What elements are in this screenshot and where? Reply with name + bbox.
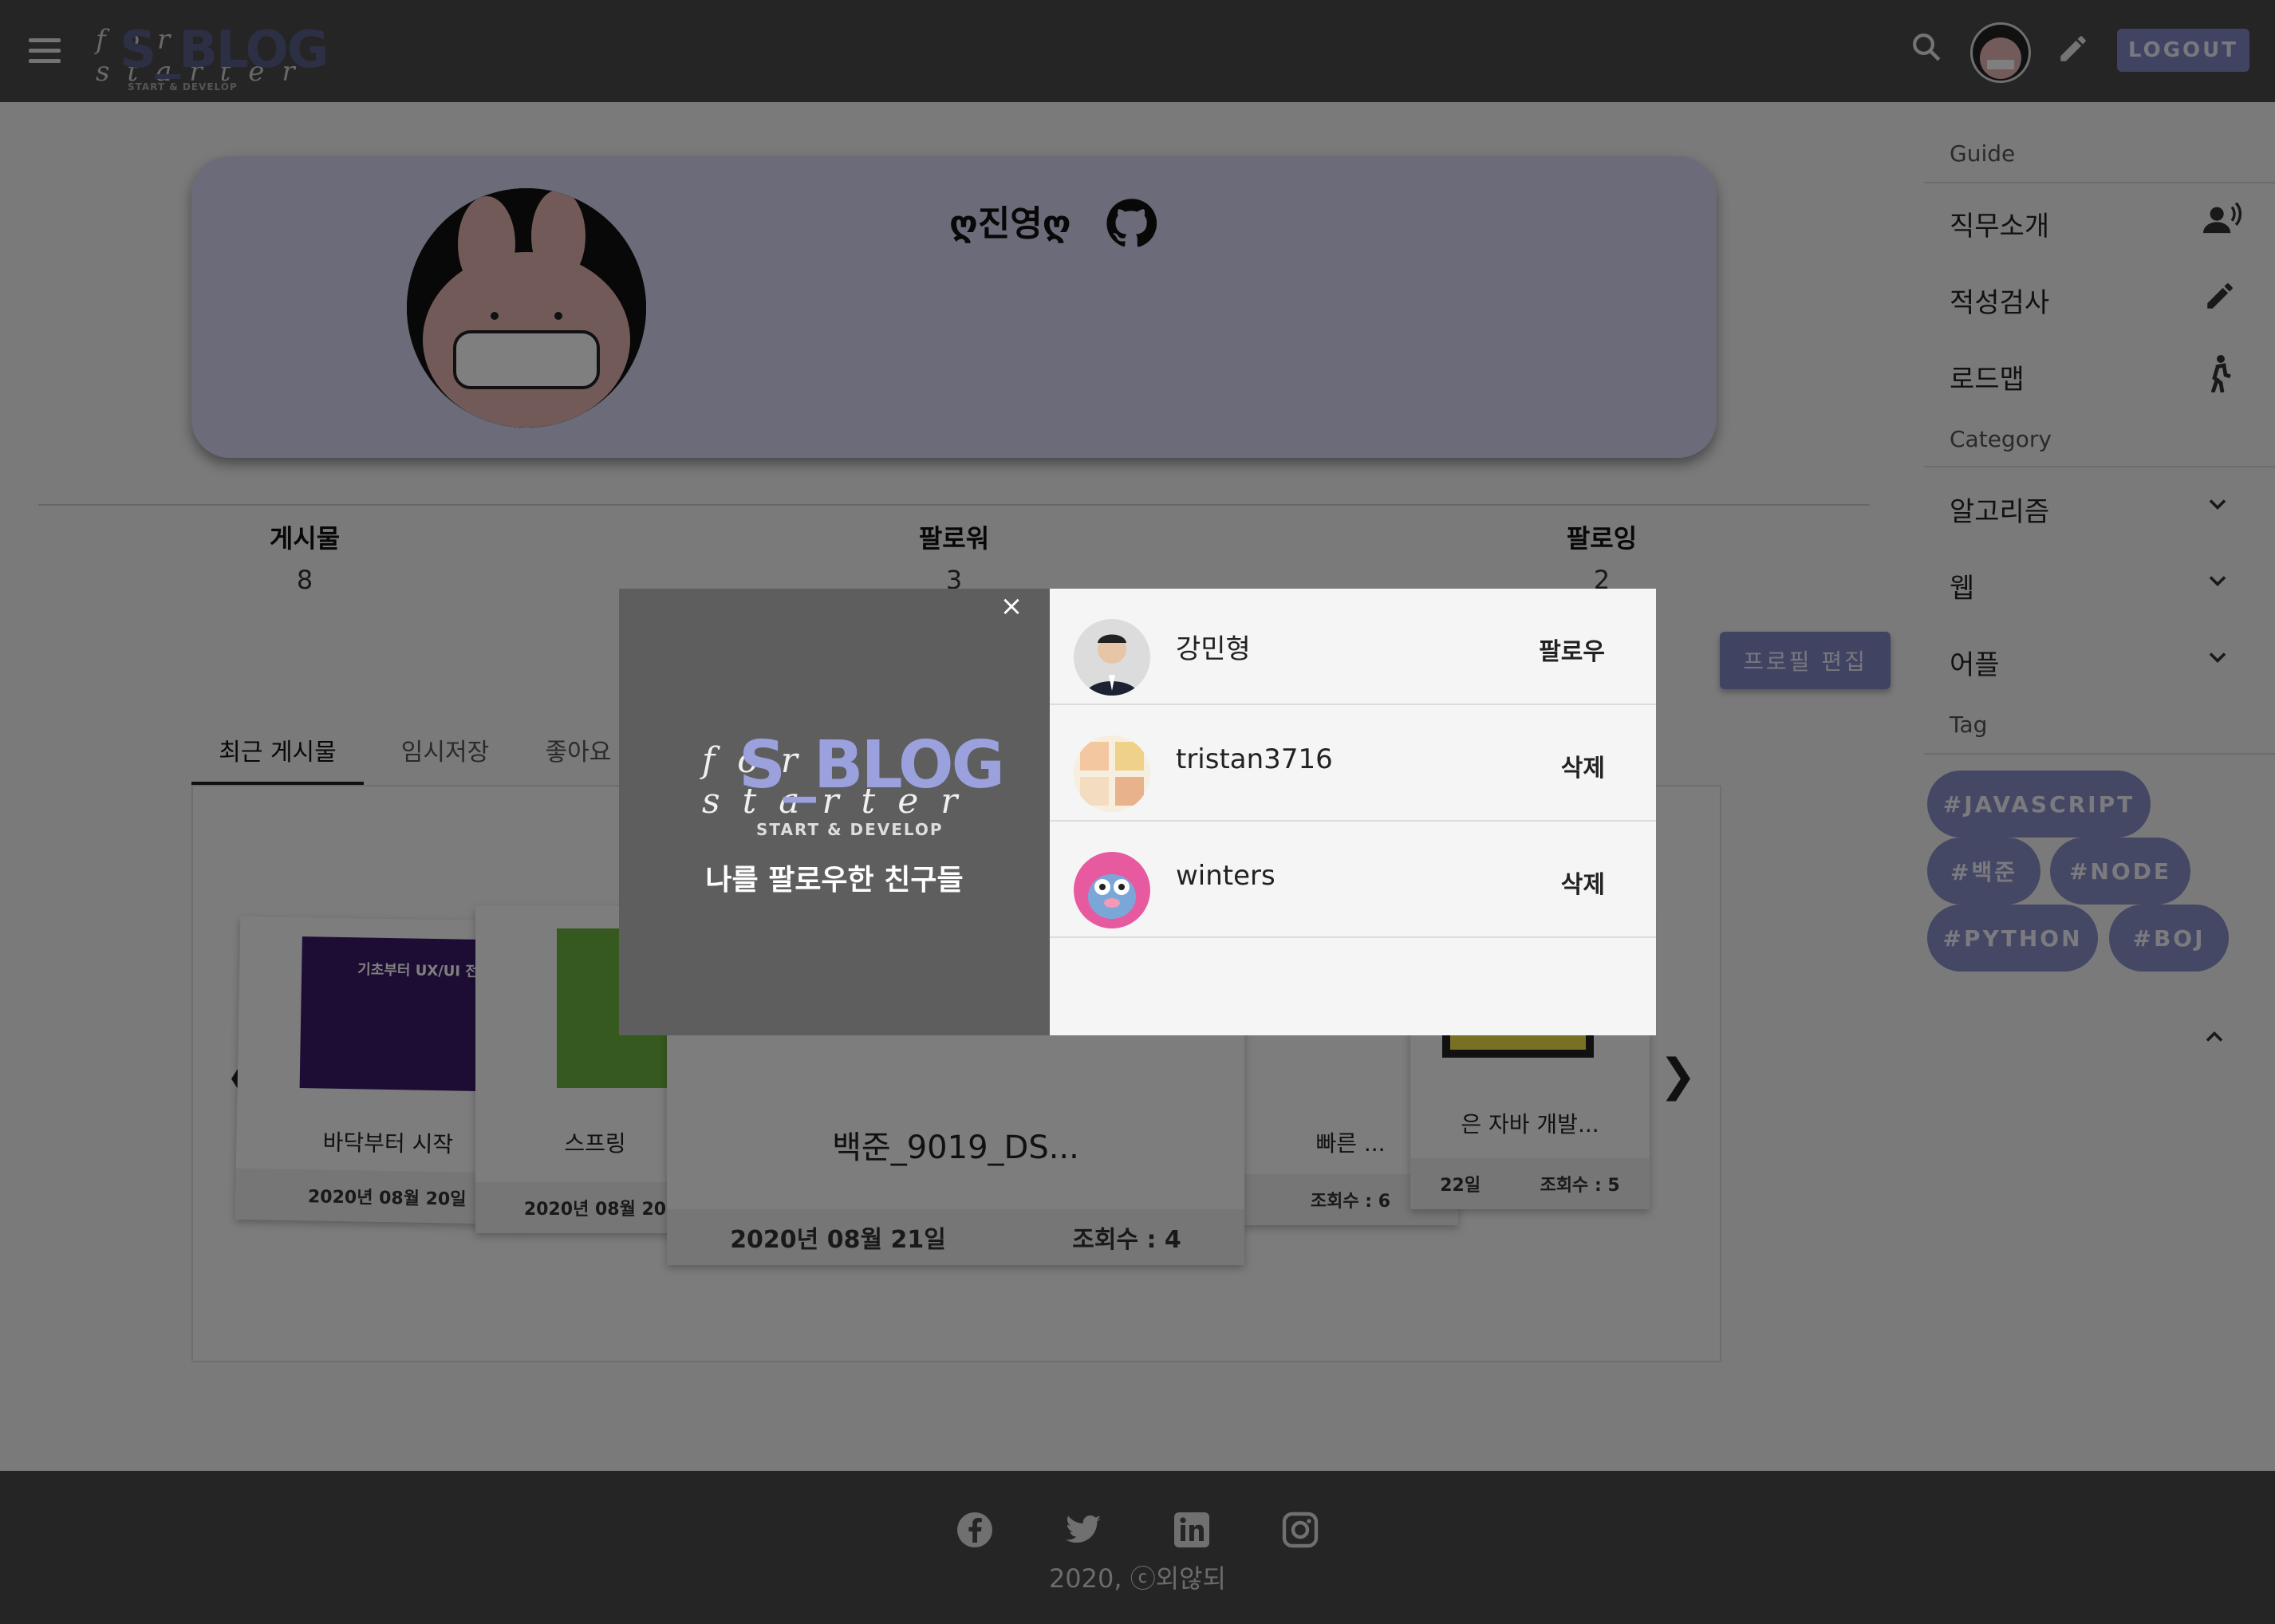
- delete-follower-button[interactable]: 삭제: [1561, 865, 1605, 900]
- follower-avatar[interactable]: [1074, 619, 1150, 696]
- follower-avatar[interactable]: [1074, 852, 1150, 928]
- follower-name[interactable]: 강민형: [1176, 627, 1251, 666]
- close-icon[interactable]: ×: [999, 593, 1024, 620]
- modal-logo: for starter S_BLOG START & DEVELOP: [702, 727, 1005, 839]
- follower-row: tristan3716 삭제: [1050, 705, 1656, 822]
- follower-name[interactable]: tristan3716: [1176, 743, 1333, 775]
- modal-title: 나를 팔로우한 친구들: [705, 864, 964, 897]
- follow-button[interactable]: 팔로우: [1539, 632, 1605, 667]
- follower-avatar[interactable]: [1074, 735, 1150, 812]
- follower-row: 강민형 팔로우: [1050, 589, 1656, 705]
- follower-row: winters 삭제: [1050, 822, 1656, 938]
- delete-follower-button[interactable]: 삭제: [1561, 748, 1605, 783]
- follower-name[interactable]: winters: [1176, 860, 1275, 892]
